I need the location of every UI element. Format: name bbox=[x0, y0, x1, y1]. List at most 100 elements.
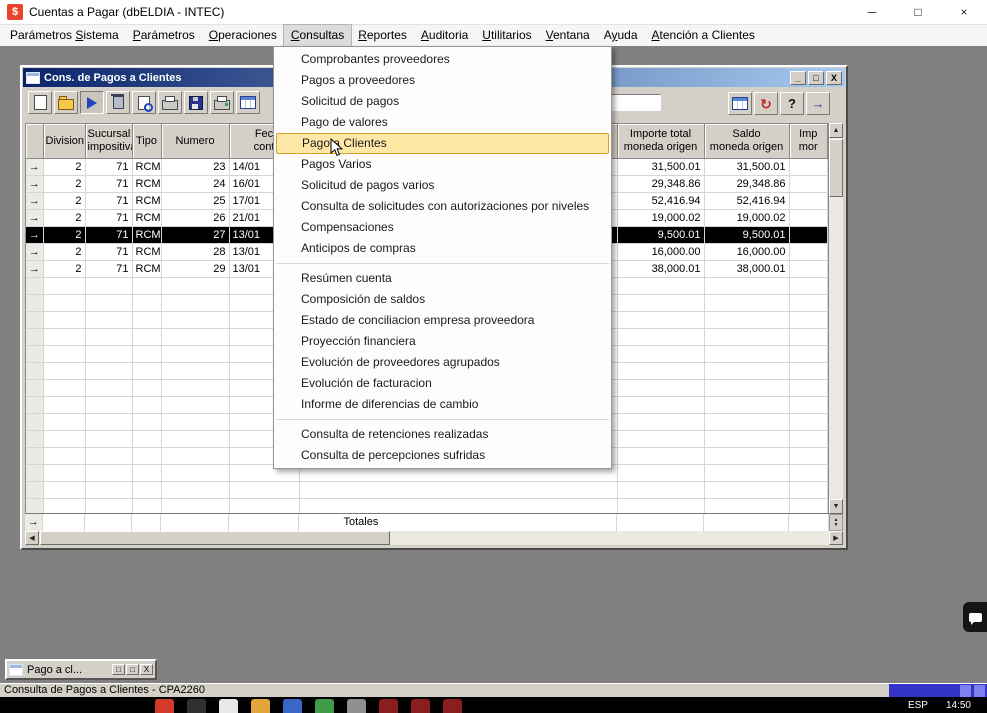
column-header-imp[interactable]: Impmor bbox=[789, 124, 828, 159]
menu-item-operaciones[interactable]: Operaciones bbox=[202, 25, 284, 46]
column-header-importe-total[interactable]: Importe totalmoneda origen bbox=[617, 124, 704, 159]
close-button[interactable]: × bbox=[941, 0, 987, 24]
window-controls: ─ □ × bbox=[849, 0, 987, 24]
dropdown-item-pago-de-valores[interactable]: Pago de valores bbox=[274, 112, 611, 133]
dropdown-item-informe-de-diferencias-de-cambio[interactable]: Informe de diferencias de cambio bbox=[274, 394, 611, 415]
taskbar-icon-6[interactable] bbox=[315, 699, 334, 713]
minimize-button[interactable]: ─ bbox=[849, 0, 895, 24]
maximize-button[interactable]: □ bbox=[895, 0, 941, 24]
taskbar: ESP 14:50 bbox=[0, 697, 987, 713]
taskbar-icon-1[interactable] bbox=[155, 699, 174, 713]
child-maximize-button[interactable]: □ bbox=[808, 71, 824, 85]
language-indicator[interactable]: ESP bbox=[908, 700, 928, 711]
chat-bubble-icon[interactable] bbox=[963, 602, 987, 632]
dropdown-item-solicitud-de-pagos-varios[interactable]: Solicitud de pagos varios bbox=[274, 175, 611, 196]
window-grid-icon bbox=[26, 72, 40, 84]
taskbar-icon-3[interactable] bbox=[219, 699, 238, 713]
dropdown-item-pago-a-clientes[interactable]: Pago a Clientes bbox=[276, 133, 609, 154]
status-scroll-segment[interactable] bbox=[960, 685, 971, 697]
menu-item-atencion-a-clientes[interactable]: Atención a Clientes bbox=[645, 25, 762, 46]
dropdown-item-resumen-cuenta[interactable]: Resúmen cuenta bbox=[274, 268, 611, 289]
dropdown-item-consulta-de-solicitudes-con-autorizaciones-por-niveles[interactable]: Consulta de solicitudes con autorizacion… bbox=[274, 196, 611, 217]
column-header[interactable] bbox=[26, 124, 43, 159]
delete-button[interactable] bbox=[106, 91, 130, 114]
taskbar-tray: ESP 14:50 bbox=[908, 700, 971, 711]
taskbar-icon-4[interactable] bbox=[251, 699, 270, 713]
print-icon bbox=[162, 100, 178, 110]
table-view-icon bbox=[732, 97, 748, 110]
dropdown-item-solicitud-de-pagos[interactable]: Solicitud de pagos bbox=[274, 91, 611, 112]
horizontal-scrollbar[interactable]: ◀ ▶ bbox=[25, 531, 843, 545]
dropdown-item-comprobantes-proveedores[interactable]: Comprobantes proveedores bbox=[274, 49, 611, 70]
grid-empty-row bbox=[26, 499, 828, 515]
dropdown-item-consulta-de-retenciones-realizadas[interactable]: Consulta de retenciones realizadas bbox=[274, 424, 611, 445]
taskbar-icon-7[interactable] bbox=[347, 699, 366, 713]
status-scrollbar[interactable] bbox=[889, 684, 987, 698]
scroll-down-icon[interactable]: ▼ bbox=[829, 499, 843, 514]
statusbar: Consulta de Pagos a Clientes - CPA2260 bbox=[0, 683, 987, 697]
menu-item-utilitarios[interactable]: Utilitarios bbox=[475, 25, 538, 46]
new-document-icon bbox=[34, 95, 47, 110]
menu-item-auditoria[interactable]: Auditoria bbox=[414, 25, 475, 46]
taskbar-icon-2[interactable] bbox=[187, 699, 206, 713]
close-button[interactable]: X bbox=[140, 664, 153, 675]
export-grid-button[interactable] bbox=[236, 91, 260, 114]
taskbar-icon-9[interactable] bbox=[411, 699, 430, 713]
minimized-window[interactable]: Pago a cl... □ □ X bbox=[5, 659, 157, 680]
column-header-division[interactable]: Division bbox=[43, 124, 85, 159]
dropdown-item-pagos-varios[interactable]: Pagos Varios bbox=[274, 154, 611, 175]
run-button[interactable] bbox=[80, 91, 104, 114]
menu-item-consultas[interactable]: Consultas bbox=[284, 25, 351, 46]
status-scroll-segment[interactable] bbox=[974, 685, 985, 697]
dropdown-item-anticipos-de-compras[interactable]: Anticipos de compras bbox=[274, 238, 611, 259]
refresh-button[interactable]: ↻ bbox=[754, 92, 778, 115]
menu-item-ayuda[interactable]: Ayuda bbox=[597, 25, 645, 46]
horizontal-scroll-thumb[interactable] bbox=[40, 531, 390, 545]
app-title: Cuentas a Pagar (dbELDIA - INTEC) bbox=[29, 5, 224, 19]
print-button[interactable] bbox=[158, 91, 182, 114]
restore-button[interactable]: □ bbox=[112, 664, 125, 675]
grid-spin-control[interactable]: ▲ ▼ bbox=[829, 514, 843, 531]
dropdown-item-composicion-de-saldos[interactable]: Composición de saldos bbox=[274, 289, 611, 310]
refresh-icon: ↻ bbox=[760, 97, 772, 111]
dropdown-item-estado-de-conciliacion-empresa-proveedora[interactable]: Estado de conciliacion empresa proveedor… bbox=[274, 310, 611, 331]
dropdown-item-evolucion-de-proveedores-agrupados[interactable]: Evolución de proveedores agrupados bbox=[274, 352, 611, 373]
scroll-right-icon[interactable]: ▶ bbox=[829, 531, 843, 545]
scroll-up-icon[interactable]: ▲ bbox=[829, 123, 843, 138]
export-grid-icon bbox=[240, 96, 256, 109]
preview-icon bbox=[138, 96, 150, 110]
open-folder-button[interactable] bbox=[54, 91, 78, 114]
delete-icon bbox=[113, 96, 124, 109]
dropdown-item-compensaciones[interactable]: Compensaciones bbox=[274, 217, 611, 238]
print-setup-button[interactable] bbox=[210, 91, 234, 114]
menu-item-parametros[interactable]: Parámetros bbox=[126, 25, 202, 46]
taskbar-icon-8[interactable] bbox=[379, 699, 398, 713]
menu-item-ventana[interactable]: Ventana bbox=[539, 25, 597, 46]
taskbar-icon-5[interactable] bbox=[283, 699, 302, 713]
taskbar-icon-10[interactable] bbox=[443, 699, 462, 713]
column-header-sucursal[interactable]: Sucursalimpositiva bbox=[85, 124, 132, 159]
help-button[interactable]: ? bbox=[780, 92, 804, 115]
dropdown-item-proyeccion-financiera[interactable]: Proyección financiera bbox=[274, 331, 611, 352]
dropdown-item-pagos-a-proveedores[interactable]: Pagos a proveedores bbox=[274, 70, 611, 91]
table-view-button[interactable] bbox=[728, 92, 752, 115]
vertical-scrollbar[interactable]: ▲ ▼ bbox=[829, 123, 843, 514]
scroll-left-icon[interactable]: ◀ bbox=[25, 531, 39, 545]
column-header-tipo[interactable]: Tipo bbox=[132, 124, 161, 159]
preview-button[interactable] bbox=[132, 91, 156, 114]
child-minimize-button[interactable]: _ bbox=[790, 71, 806, 85]
save-button[interactable] bbox=[184, 91, 208, 114]
maximize-button[interactable]: □ bbox=[126, 664, 139, 675]
clock[interactable]: 14:50 bbox=[946, 700, 971, 711]
child-close-button[interactable]: X bbox=[826, 71, 842, 85]
menu-item-parametros-sistema[interactable]: Parámetros Sistema bbox=[3, 25, 126, 46]
menu-item-reportes[interactable]: Reportes bbox=[351, 25, 414, 46]
vertical-scroll-thumb[interactable] bbox=[829, 139, 843, 197]
new-document-button[interactable] bbox=[28, 91, 52, 114]
dropdown-item-consulta-de-percepciones-sufridas[interactable]: Consulta de percepciones sufridas bbox=[274, 445, 611, 466]
exit-button[interactable]: → bbox=[806, 92, 830, 115]
dropdown-item-evolucion-de-facturacion[interactable]: Evolución de facturacion bbox=[274, 373, 611, 394]
column-header-numero[interactable]: Numero bbox=[161, 124, 229, 159]
open-folder-icon bbox=[58, 99, 74, 110]
column-header-saldo[interactable]: Saldomoneda origen bbox=[704, 124, 789, 159]
